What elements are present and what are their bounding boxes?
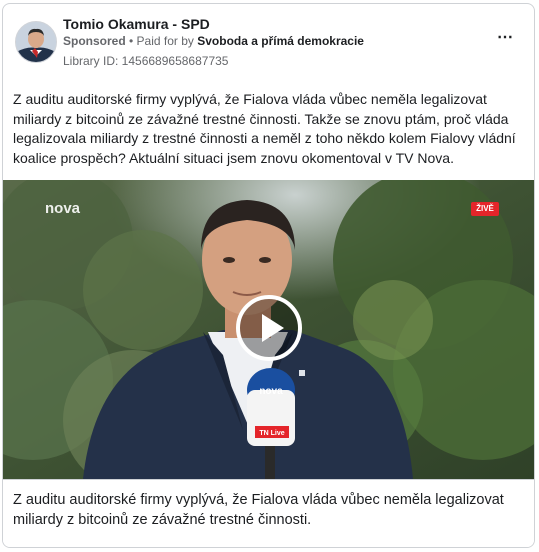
paid-for-by-label: Paid for by [136,34,198,48]
video-player[interactable]: nova TN Live nova ŽIVĚ [3,180,534,479]
channel-logo-text: nova [45,200,81,216]
sponsored-line: Sponsored • Paid for by Svoboda a přímá … [63,34,364,48]
post-body-text: Z auditu auditorské firmy vyplývá, že Fi… [13,91,516,166]
ad-card: Tomio Okamura - SPD Sponsored • Paid for… [2,3,535,548]
play-icon [236,295,302,361]
avatar-image [16,22,56,62]
separator-dot: • [125,34,137,48]
caption-area: Z auditu auditorské firmy vyplývá, že Fi… [3,479,534,547]
page-name[interactable]: Tomio Okamura - SPD [63,16,210,32]
library-id: Library ID: 1456689658687735 [63,54,229,68]
more-options-icon[interactable]: ⋯ [497,30,517,48]
page-avatar[interactable] [15,21,57,63]
nova-logo: nova [45,200,93,221]
mic-sub-text: TN Live [259,430,284,437]
payer-link[interactable]: Svoboda a přímá demokracie [197,34,364,48]
sponsored-label: Sponsored [63,34,126,48]
play-button[interactable] [235,294,303,362]
video-caption: Z auditu auditorské firmy vyplývá, že Fi… [13,492,504,528]
mic-brand-text: nova [259,386,283,397]
live-badge: ŽIVĚ [471,202,499,216]
